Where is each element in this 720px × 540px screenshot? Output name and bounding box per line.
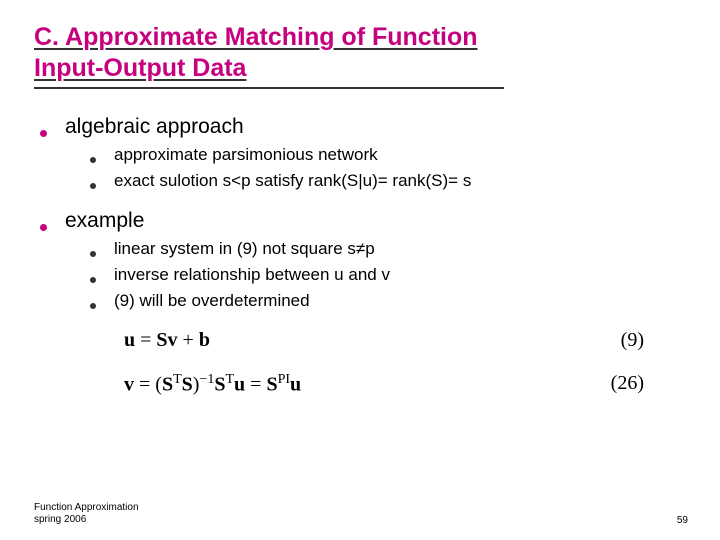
section2-item-0: linear system in (9) not square s≠p (114, 239, 375, 259)
section-example: example linear system in (9) not square … (34, 209, 686, 311)
bullet-icon (90, 183, 96, 189)
bullet-icon (90, 303, 96, 309)
footer-line2: spring 2006 (34, 514, 139, 526)
slide-title: C. Approximate Matching of Function Inpu… (34, 22, 504, 89)
equation-number-26: (26) (611, 372, 644, 395)
bullet-level2: (9) will be overdetermined (90, 291, 686, 311)
bullet-level2: inverse relationship between u and v (90, 265, 686, 285)
equation-26: v = (STS)−1STu = SPIu (26) (124, 372, 644, 397)
equation-block: u = Sv + b (9) v = (STS)−1STu = SPIu (26… (124, 329, 644, 397)
section2-item-2: (9) will be overdetermined (114, 291, 310, 311)
bullet-level2: approximate parsimonious network (90, 145, 686, 165)
bullet-icon (40, 224, 47, 231)
bullet-icon (90, 157, 96, 163)
page-number: 59 (677, 515, 688, 526)
footer: Function Approximation spring 2006 (34, 502, 139, 526)
bullet-icon (40, 130, 47, 137)
bullet-level2: linear system in (9) not square s≠p (90, 239, 686, 259)
bullet-level2: exact sulotion s<p satisfy rank(S|u)= ra… (90, 171, 686, 191)
bullet-icon (90, 251, 96, 257)
section1-item-0: approximate parsimonious network (114, 145, 378, 165)
bullet-level1: algebraic approach (40, 115, 686, 139)
section2-heading: example (65, 209, 144, 233)
section2-item-1: inverse relationship between u and v (114, 265, 390, 285)
section-algebraic: algebraic approach approximate parsimoni… (34, 115, 686, 191)
section1-heading: algebraic approach (65, 115, 244, 139)
bullet-icon (90, 277, 96, 283)
equation-9: u = Sv + b (9) (124, 329, 644, 352)
section1-item-1: exact sulotion s<p satisfy rank(S|u)= ra… (114, 171, 471, 191)
bullet-level1: example (40, 209, 686, 233)
footer-line1: Function Approximation (34, 502, 139, 514)
equation-number-9: (9) (621, 329, 644, 352)
